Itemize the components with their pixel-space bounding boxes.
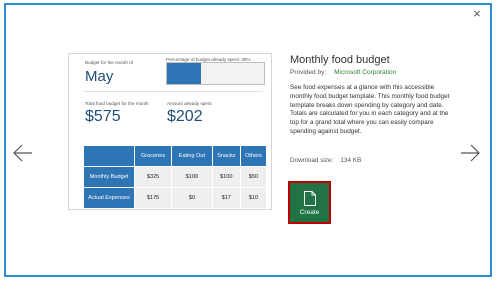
table-cell: $50 [240,167,266,187]
table-cell: $100 [212,167,240,187]
close-icon[interactable]: × [470,7,484,21]
table-cell: $325 [135,167,172,187]
download-size-label: Download size: [290,157,334,164]
create-button-label: Create [299,209,320,216]
table-header: Groceries [135,146,172,166]
download-size-value: 134 KB [340,157,362,164]
pct-progress-fill [167,63,201,84]
table-corner [84,146,134,166]
table-header-row: Groceries Eating Out Snacks Others [84,146,266,166]
previous-arrow-icon[interactable] [11,142,33,164]
table-cell: $0 [172,188,212,208]
budget-month-label: Budget for the month of [85,60,134,65]
budget-table: Groceries Eating Out Snacks Others Month… [83,145,267,209]
table-cell: $100 [172,167,212,187]
table-header: Others [240,146,266,166]
spent-value: $202 [167,108,203,125]
pct-progress-bar [166,62,265,85]
row-label: Actual Expenses [84,188,134,208]
provided-by: Provided by: Microsoft Corporation [290,69,396,76]
table-row: Actual Expenses $175 $0 $17 $10 [84,188,266,208]
create-button[interactable]: Create [288,181,331,224]
total-label: Total food budget for the month [85,101,149,106]
table-cell: $17 [212,188,240,208]
divider [83,91,263,92]
template-description: See food expenses at a glance with this … [290,84,450,135]
total-value: $575 [85,108,121,125]
month-value: May [85,68,114,85]
spent-label: Amount already spent [167,101,212,106]
table-cell: $10 [240,188,266,208]
next-arrow-icon[interactable] [460,142,482,164]
table-row: Monthly Budget $325 $100 $100 $50 [84,167,266,187]
provided-by-label: Provided by: [290,69,327,76]
document-icon [304,191,316,206]
download-size: Download size: 134 KB [290,157,361,164]
template-title: Monthly food budget [290,54,390,66]
provider-name: Microsoft Corporation [334,69,397,76]
template-preview: Budget for the month of May Percentage o… [68,53,272,210]
table-header: Snacks [212,146,240,166]
table-header: Eating Out [172,146,212,166]
table-cell: $175 [135,188,172,208]
row-label: Monthly Budget [84,167,134,187]
